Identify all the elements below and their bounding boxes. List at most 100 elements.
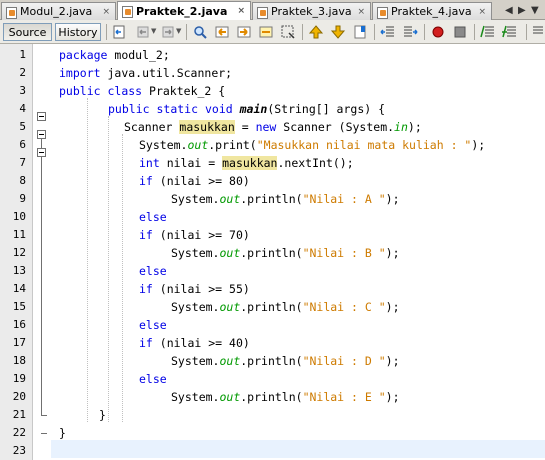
tab-praktek-4[interactable]: Praktek_4.java ×	[372, 2, 492, 20]
java-file-icon	[376, 6, 388, 19]
line-number: 7	[19, 156, 26, 169]
find-previous-icon[interactable]	[214, 24, 230, 40]
code-line-10: else	[139, 210, 167, 224]
indent-guide	[122, 134, 123, 422]
line-number: 17	[12, 336, 26, 349]
editor-tab-bar: Modul_2.java × Praktek_2.java × Praktek_…	[0, 0, 545, 20]
run-macro-icon[interactable]	[530, 24, 545, 40]
code-line-17: if (nilai >= 40)	[139, 336, 250, 350]
code-line-20: System.out.println("Nilai : E ");	[171, 390, 400, 404]
tab-scroll-left-icon[interactable]: ◀	[505, 5, 513, 16]
stop-macro-icon[interactable]	[452, 24, 468, 40]
line-number-gutter: 1 2 3 4 5 6 7 8 9 10 11 12 13 14 15 16 17 18 19 20 21 22 23	[0, 44, 33, 460]
code-line-4: public static void main(String[] args) {	[108, 102, 386, 116]
back-dropdown-icon[interactable]: ▼	[151, 27, 156, 35]
code-line-11: if (nilai >= 70)	[139, 228, 250, 242]
forward-dropdown-icon[interactable]: ▼	[176, 27, 181, 35]
editor-toolbar: Source History ▼ ▼	[0, 20, 545, 44]
line-number: 23	[12, 444, 26, 457]
indent-guide	[108, 116, 109, 422]
code-line-15: System.out.println("Nilai : C ");	[171, 300, 400, 314]
next-bookmark-icon[interactable]	[330, 24, 346, 40]
code-line-5: Scanner masukkan = new Scanner (System.i…	[124, 120, 422, 134]
line-number: 1	[19, 48, 26, 61]
uncomment-icon[interactable]	[502, 24, 518, 40]
code-line-18: System.out.println("Nilai : D ");	[171, 354, 400, 368]
code-line-16: else	[139, 318, 167, 332]
line-number: 20	[12, 390, 26, 403]
line-number: 6	[19, 138, 26, 151]
line-number: 11	[12, 228, 26, 241]
tab-praktek-3[interactable]: Praktek_3.java ×	[252, 2, 371, 20]
tab-label: Modul_2.java	[20, 5, 93, 18]
indent-guide	[87, 98, 88, 422]
fold-collapse-icon[interactable]	[37, 148, 46, 157]
code-line-9: System.out.println("Nilai : A ");	[171, 192, 400, 206]
java-file-icon	[121, 5, 133, 18]
code-line-7: int nilai = masukkan.nextInt();	[139, 156, 354, 170]
line-number: 13	[12, 264, 26, 277]
previous-bookmark-icon[interactable]	[308, 24, 324, 40]
tab-label: Praktek_3.java	[271, 5, 352, 18]
code-editor[interactable]: package modul_2; import java.util.Scanne…	[51, 44, 545, 460]
last-edit-icon[interactable]	[112, 24, 128, 40]
fold-end-mark	[41, 433, 47, 434]
code-line-19: else	[139, 372, 167, 386]
close-tab-icon[interactable]: ×	[357, 7, 365, 17]
current-line-highlight	[51, 440, 545, 458]
toolbar-separator	[106, 24, 107, 40]
line-number: 4	[19, 102, 26, 115]
line-number: 16	[12, 318, 26, 331]
code-line-22: }	[59, 426, 66, 440]
line-number: 9	[19, 192, 26, 205]
toolbar-separator	[374, 24, 375, 40]
fold-collapse-icon[interactable]	[37, 130, 46, 139]
tab-praktek-2[interactable]: Praktek_2.java ×	[117, 1, 251, 20]
source-button[interactable]: Source	[3, 23, 52, 41]
line-number: 14	[12, 282, 26, 295]
toolbar-separator	[526, 24, 527, 40]
back-icon[interactable]	[135, 24, 151, 40]
fold-line	[41, 157, 42, 415]
forward-icon[interactable]	[160, 24, 176, 40]
toolbar-separator	[186, 24, 187, 40]
find-next-icon[interactable]	[236, 24, 252, 40]
start-macro-icon[interactable]	[430, 24, 446, 40]
toolbar-separator	[424, 24, 425, 40]
tab-scroll-right-icon[interactable]: ▶	[518, 5, 526, 16]
java-file-icon	[256, 6, 268, 19]
line-number: 21	[12, 408, 26, 421]
code-line-13: else	[139, 264, 167, 278]
line-number: 2	[19, 66, 26, 79]
find-icon[interactable]	[192, 24, 208, 40]
history-button[interactable]: History	[55, 23, 101, 41]
close-tab-icon[interactable]: ×	[237, 6, 245, 16]
toolbar-separator	[474, 24, 475, 40]
code-line-2: import java.util.Scanner;	[59, 66, 233, 80]
close-tab-icon[interactable]: ×	[102, 7, 110, 17]
code-line-1: package modul_2;	[59, 48, 170, 62]
toggle-highlight-icon[interactable]	[258, 24, 274, 40]
line-number: 18	[12, 354, 26, 367]
fold-collapse-icon[interactable]	[37, 112, 46, 121]
shift-left-icon[interactable]	[380, 24, 396, 40]
toolbar-separator	[302, 24, 303, 40]
code-line-3: public class Praktek_2 {	[59, 84, 226, 98]
close-tab-icon[interactable]: ×	[478, 7, 486, 17]
line-number: 5	[19, 120, 26, 133]
line-number: 19	[12, 372, 26, 385]
fold-end-mark	[41, 415, 47, 416]
code-line-14: if (nilai >= 55)	[139, 282, 250, 296]
line-number: 3	[19, 84, 26, 97]
tab-modul-2[interactable]: Modul_2.java ×	[1, 2, 116, 20]
tab-list-icon[interactable]: ▼	[531, 5, 539, 16]
comment-icon[interactable]	[480, 24, 496, 40]
shift-right-icon[interactable]	[402, 24, 418, 40]
line-number: 15	[12, 300, 26, 313]
fold-margin	[33, 44, 51, 460]
tab-label: Praktek_2.java	[136, 4, 228, 18]
find-selection-icon[interactable]	[280, 24, 296, 40]
toggle-bookmark-icon[interactable]	[352, 24, 368, 40]
java-file-icon	[5, 6, 17, 19]
line-number: 22	[12, 426, 26, 439]
